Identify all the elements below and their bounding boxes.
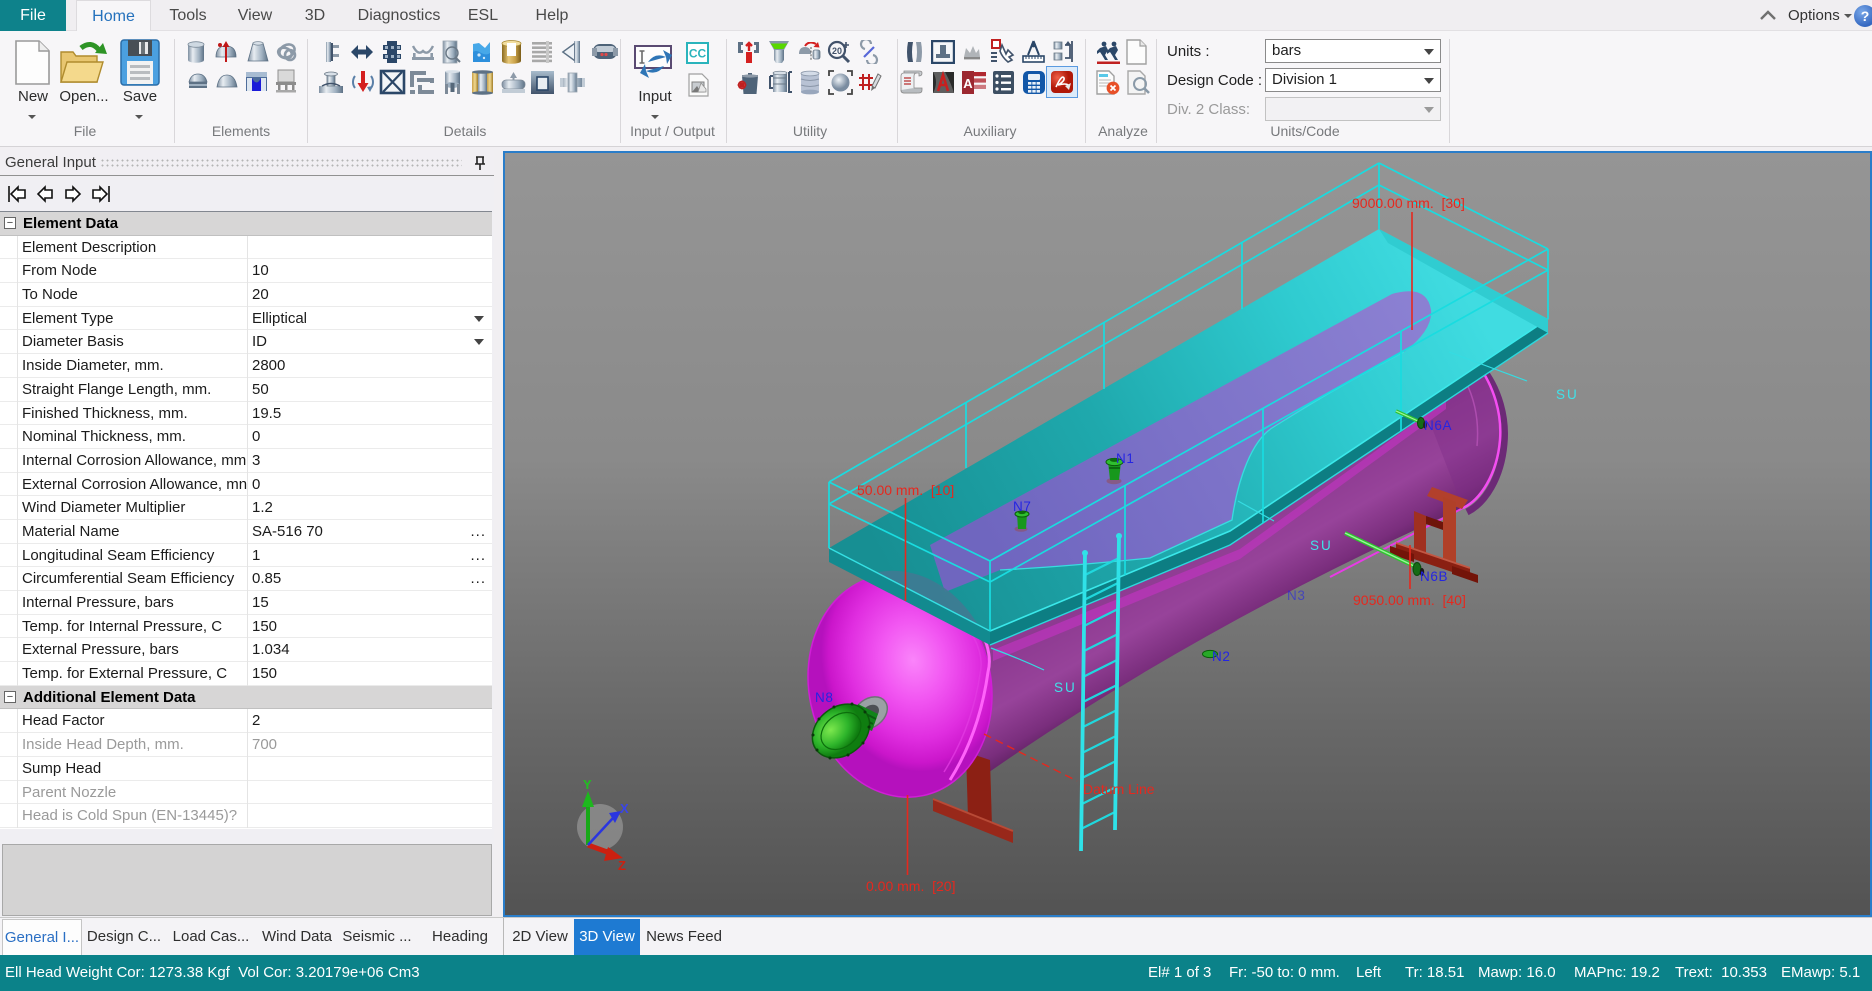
svg-text:50.00 mm. [10]: 50.00 mm. [10] [857, 482, 954, 498]
svg-text:N8: N8 [815, 690, 833, 705]
svg-text:SU: SU [1310, 538, 1333, 553]
svg-text:20: 20 [832, 46, 842, 56]
svg-text:0.00 mm. [20]: 0.00 mm. [20] [866, 878, 955, 894]
svg-text:9050.00 mm. [40]: 9050.00 mm. [40] [1353, 592, 1466, 608]
svg-text:N6A: N6A [1424, 418, 1452, 433]
svg-text:9000.00 mm. [30]: 9000.00 mm. [30] [1352, 195, 1465, 211]
svg-text:N7: N7 [1013, 499, 1031, 514]
svg-text:Y: Y [583, 777, 592, 792]
svg-text:N1: N1 [1116, 451, 1134, 466]
svg-text:N2: N2 [1212, 649, 1230, 664]
svg-text:X: X [620, 801, 629, 816]
svg-text:N6B: N6B [1420, 569, 1448, 584]
svg-text:CC: CC [689, 47, 707, 61]
svg-text:SU: SU [1556, 387, 1579, 402]
svg-text:N3: N3 [1287, 588, 1305, 603]
svg-text:Datum Line: Datum Line [1083, 781, 1155, 797]
svg-text:Z: Z [618, 858, 626, 873]
svg-text:SU: SU [1054, 680, 1077, 695]
svg-text:A: A [963, 76, 973, 91]
